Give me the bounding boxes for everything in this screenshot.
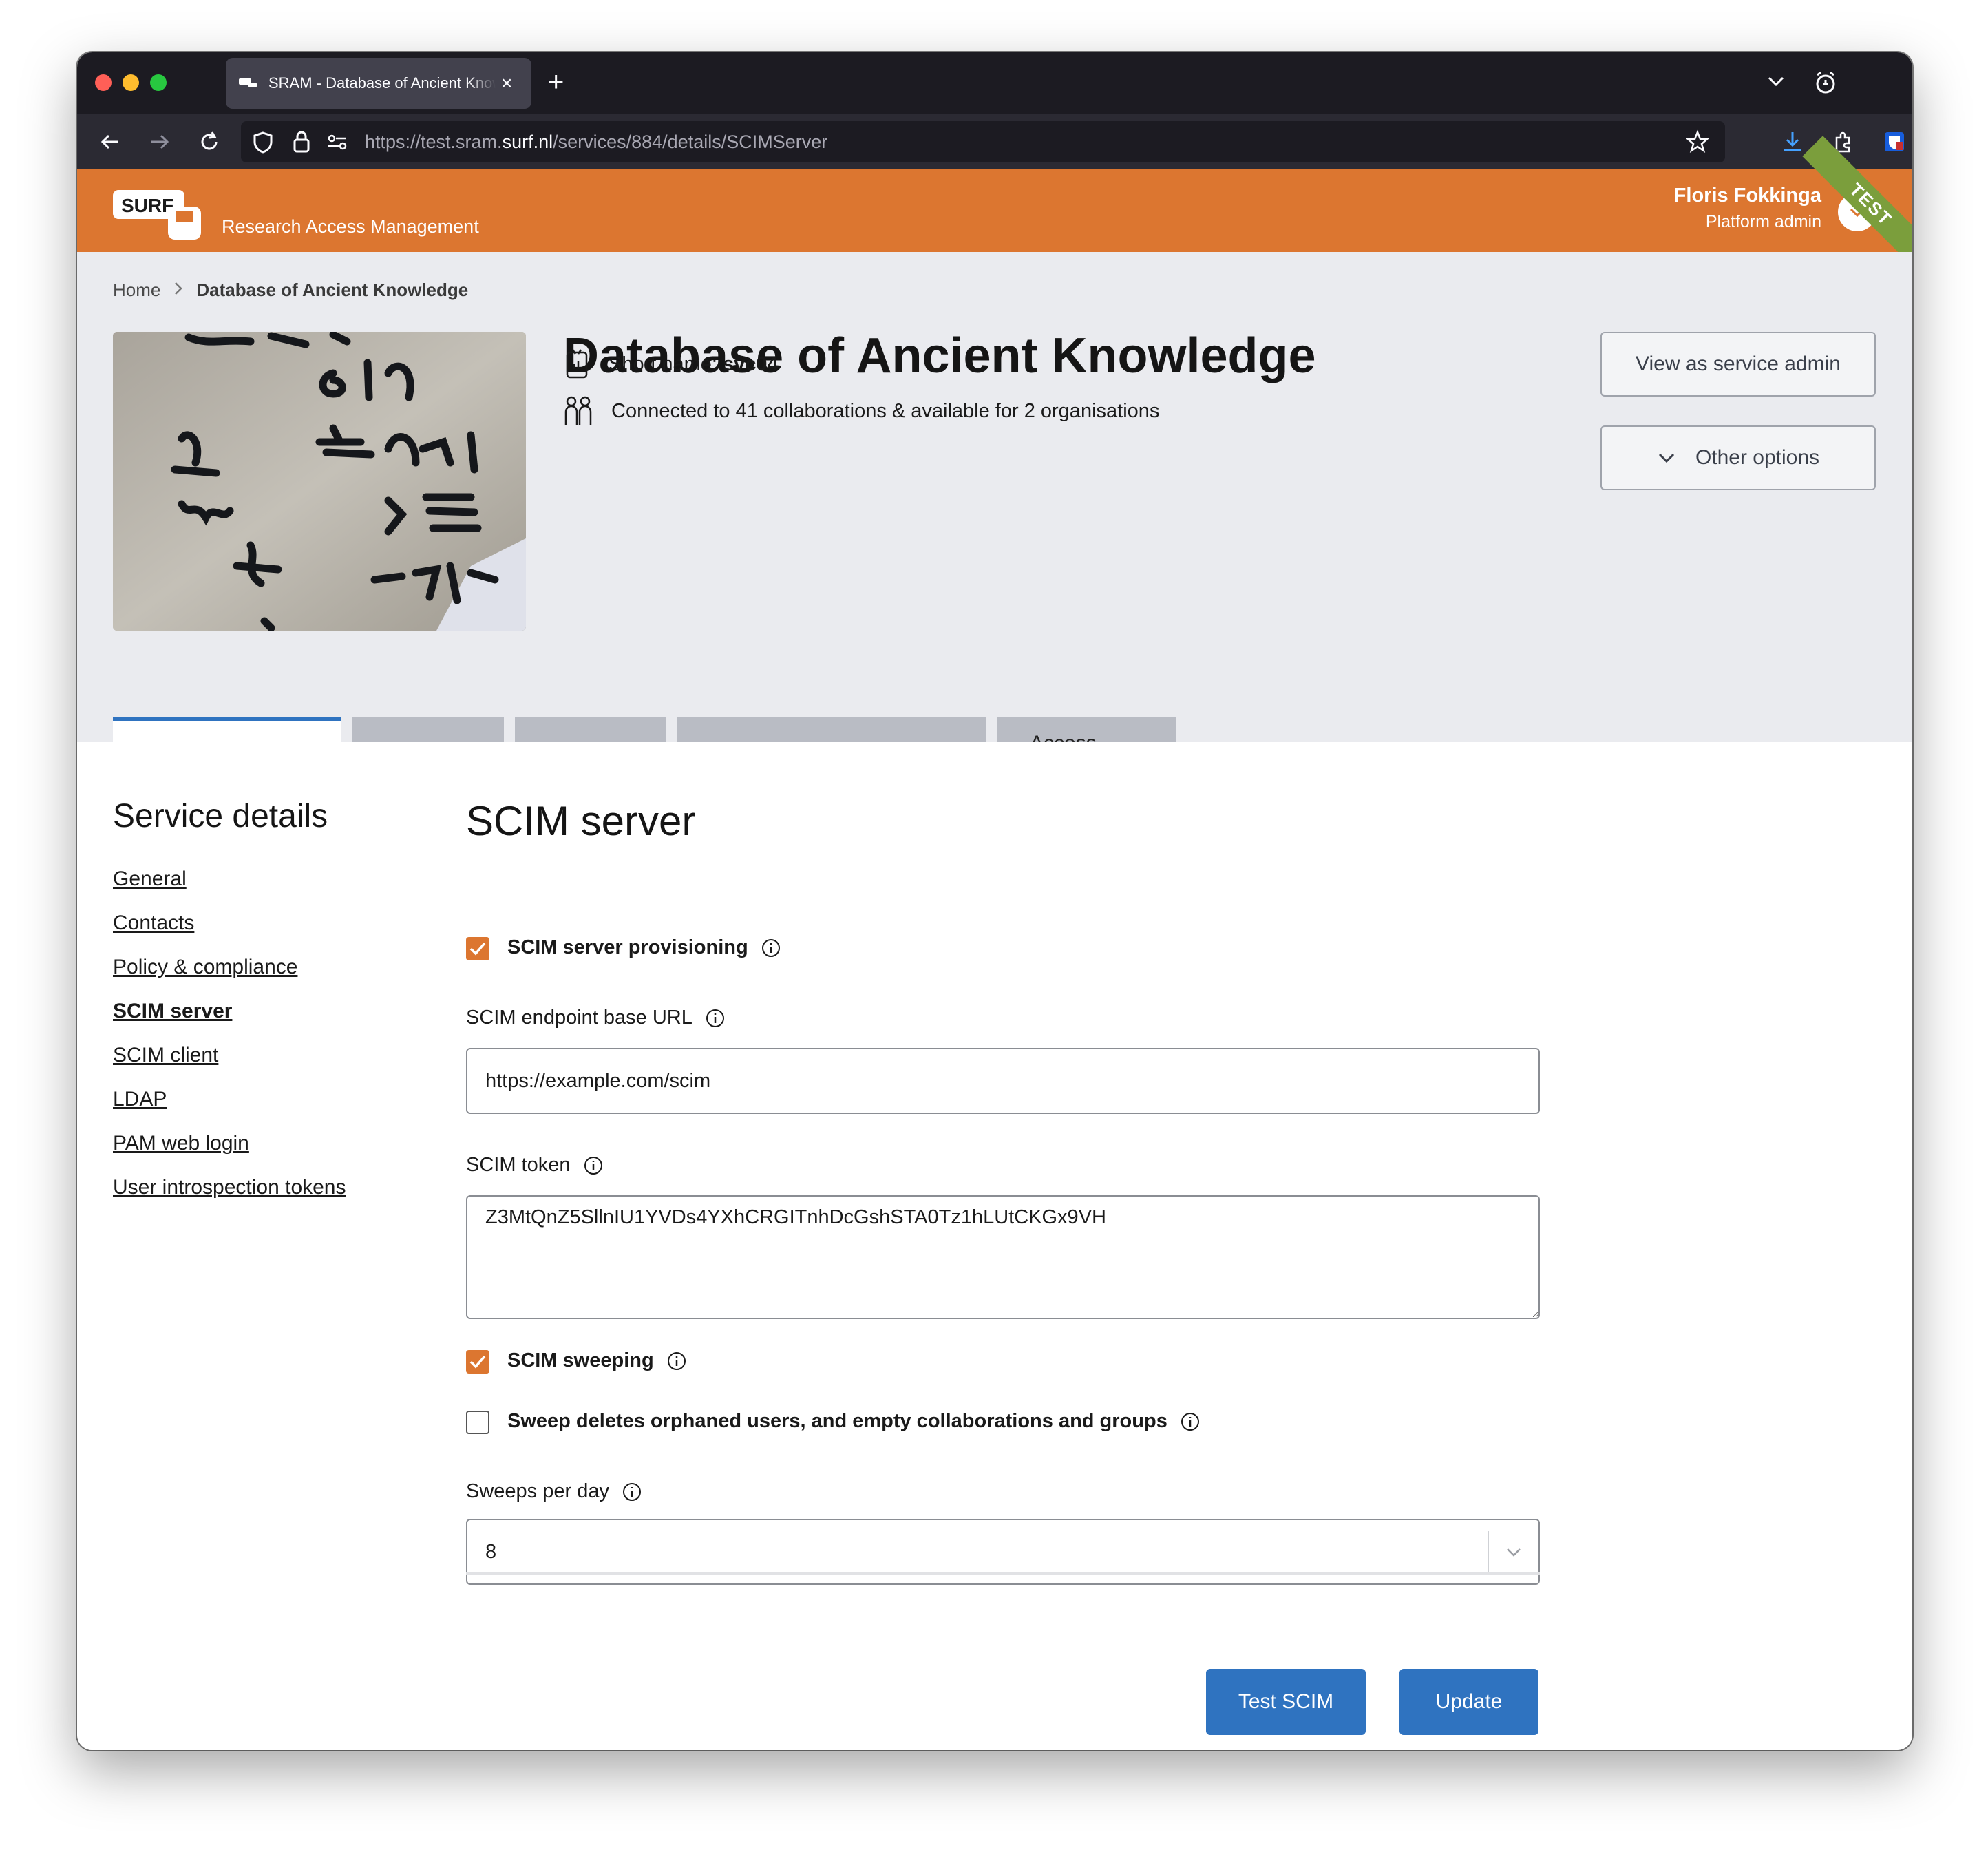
sidebar-item-contacts[interactable]: Contacts <box>113 912 194 935</box>
sidebar-item-scim-client[interactable]: SCIM client <box>113 1044 218 1067</box>
short-name-label: Short name: <box>609 352 717 375</box>
test-scim-button[interactable]: Test SCIM <box>1206 1669 1366 1735</box>
sweep-deletes-checkbox[interactable] <box>466 1411 489 1434</box>
breadcrumb: Home Database of Ancient Knowledge <box>113 280 468 301</box>
other-options-button[interactable]: Other options <box>1600 425 1876 490</box>
view-as-service-admin-button[interactable]: View as service admin <box>1600 332 1876 397</box>
select-separator <box>1488 1531 1489 1574</box>
mobile-id-icon <box>566 349 588 379</box>
service-hero: Home Database of Ancient Knowledge Datab… <box>77 252 1912 793</box>
main-content: Service details General Contacts Policy … <box>77 742 1912 1750</box>
sweeps-per-day-value: 8 <box>485 1540 497 1563</box>
sweep-deletes-label: Sweep deletes orphaned users, and empty … <box>507 1410 1167 1432</box>
sidebar-title: Service details <box>113 798 328 834</box>
close-window-button[interactable] <box>95 74 112 91</box>
scim-token-textarea[interactable]: Z3MtQnZ5SllnIU1YVDs4YXhCRGITnhDcGshSTA0T… <box>466 1195 1540 1319</box>
tab-strip: SRAM - Database of Ancient Knowledge × + <box>77 52 1912 114</box>
new-tab-button[interactable]: + <box>548 65 564 99</box>
forward-icon[interactable] <box>147 129 172 154</box>
url-prefix: https://test.sram. <box>365 131 503 152</box>
browser-window: SRAM - Database of Ancient Knowledge × + <box>77 52 1912 1750</box>
back-icon[interactable] <box>98 129 123 154</box>
app-header: SURF Research Access Management Floris F… <box>77 136 1912 273</box>
surf-favicon-icon <box>239 78 257 87</box>
site-permissions-icon[interactable] <box>326 132 348 151</box>
breadcrumb-current: Database of Ancient Knowledge <box>196 280 469 300</box>
info-icon[interactable] <box>583 1155 604 1176</box>
product-name: Research Access Management <box>222 216 479 237</box>
url-path: /services/884/details/SCIMServer <box>553 131 828 152</box>
user-role: Platform admin <box>1705 212 1821 231</box>
connections-row-content: Connected to 41 collaborations & availab… <box>563 395 1159 427</box>
scim-provisioning-checkbox[interactable] <box>466 937 489 960</box>
downloads-icon[interactable] <box>1780 129 1805 154</box>
sidebar-item-general[interactable]: General <box>113 867 187 891</box>
scim-sweeping-checkbox[interactable] <box>466 1350 489 1374</box>
info-icon[interactable] <box>666 1351 687 1371</box>
sidebar-item-scim-server[interactable]: SCIM server <box>113 1000 232 1023</box>
people-icon <box>564 396 592 425</box>
surf-logo[interactable]: SURF <box>113 190 223 242</box>
short-name-row: Short name: svc04 <box>563 348 779 380</box>
scim-token-label-row: SCIM token <box>466 1154 604 1177</box>
checkmark-icon <box>469 942 486 956</box>
connections-text: Connected to 41 collaborations & availab… <box>611 399 1160 422</box>
shield-icon[interactable] <box>252 131 274 154</box>
scim-provisioning-label: SCIM server provisioning <box>507 936 748 958</box>
browser-toolbar: https://test.sram.surf.nl/services/884/d… <box>77 114 1912 169</box>
breadcrumb-home[interactable]: Home <box>113 280 160 301</box>
info-icon[interactable] <box>1180 1411 1201 1432</box>
sweep-deletes-label-row: Sweep deletes orphaned users, and empty … <box>507 1410 1201 1433</box>
close-tab-icon[interactable]: × <box>501 72 512 94</box>
chevron-down-icon <box>1658 453 1674 463</box>
sweeps-per-day-select[interactable]: 8 <box>466 1519 1540 1585</box>
sidebar-item-policy-compliance[interactable]: Policy & compliance <box>113 956 297 979</box>
scim-endpoint-label-row: SCIM endpoint base URL <box>466 1007 726 1029</box>
alarm-icon[interactable] <box>1812 69 1839 96</box>
chevron-right-icon <box>173 280 184 301</box>
user-name[interactable]: Floris Fokkinga <box>1674 185 1821 207</box>
short-name-value: svc04 <box>722 352 779 375</box>
address-bar[interactable]: https://test.sram.surf.nl/services/884/d… <box>241 121 1725 162</box>
url-host: surf.nl <box>502 131 553 152</box>
scim-sweeping-label-row: SCIM sweeping <box>507 1349 687 1372</box>
list-all-tabs-icon[interactable] <box>1764 69 1788 94</box>
checkmark-icon <box>469 1355 486 1369</box>
bookmark-star-icon[interactable] <box>1685 129 1710 154</box>
update-button[interactable]: Update <box>1399 1669 1538 1735</box>
sidebar-item-ldap[interactable]: LDAP <box>113 1088 167 1111</box>
bitwarden-icon[interactable] <box>1882 129 1907 154</box>
scim-provisioning-label-row: SCIM server provisioning <box>507 936 781 959</box>
section-title: SCIM server <box>466 798 696 844</box>
info-icon[interactable] <box>761 938 781 958</box>
reload-icon[interactable] <box>197 129 222 154</box>
info-icon[interactable] <box>705 1008 726 1029</box>
scim-token-label: SCIM token <box>466 1154 571 1176</box>
maximize-window-button[interactable] <box>150 74 167 91</box>
minimize-window-button[interactable] <box>123 74 139 91</box>
chevron-down-icon[interactable] <box>1504 1545 1523 1560</box>
sweeps-per-day-label-row: Sweeps per day <box>466 1480 642 1503</box>
scim-endpoint-input[interactable] <box>466 1048 1540 1114</box>
svg-text:SURF: SURF <box>121 195 173 216</box>
info-icon[interactable] <box>622 1482 642 1502</box>
scim-sweeping-label: SCIM sweeping <box>507 1349 654 1371</box>
browser-tab-title: SRAM - Database of Ancient Knowledge <box>268 74 496 92</box>
sweeps-per-day-label: Sweeps per day <box>466 1480 609 1502</box>
scim-endpoint-label: SCIM endpoint base URL <box>466 1007 692 1029</box>
browser-tab-active[interactable]: SRAM - Database of Ancient Knowledge × <box>226 58 531 109</box>
sidebar-item-user-introspection-tokens[interactable]: User introspection tokens <box>113 1176 346 1199</box>
other-options-label: Other options <box>1695 446 1820 469</box>
service-logo-image <box>113 332 526 631</box>
sidebar-item-pam-web-login[interactable]: PAM web login <box>113 1132 249 1155</box>
lock-icon[interactable] <box>292 129 311 154</box>
form-divider <box>466 1572 1540 1575</box>
url-text: https://test.sram.surf.nl/services/884/d… <box>365 121 827 162</box>
